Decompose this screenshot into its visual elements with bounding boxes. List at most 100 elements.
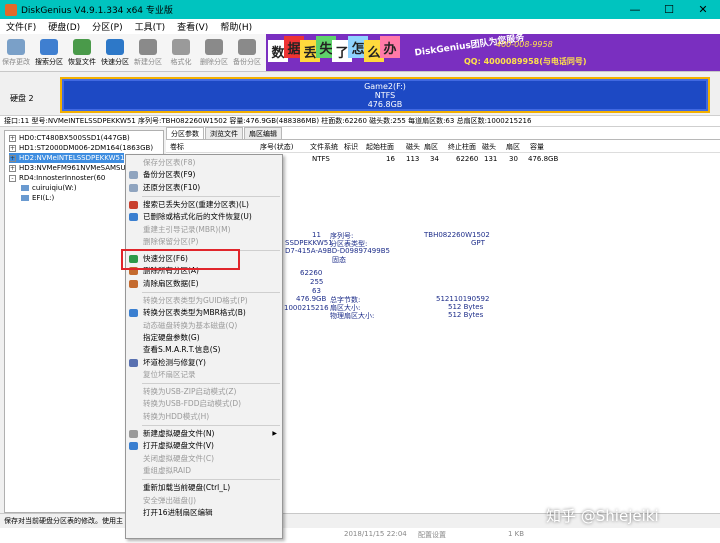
context-menu-item[interactable]: 备份分区表(F9) xyxy=(126,169,282,181)
column-label[interactable]: 容量 xyxy=(530,142,544,152)
context-menu-item[interactable]: 打开16进制扇区编辑 xyxy=(126,507,282,519)
partition-name: Game2(F:) xyxy=(364,82,406,91)
context-menu-item[interactable]: 转换为USB-ZIP启动模式(Z) xyxy=(126,386,282,398)
column-label[interactable]: 序号(状态) xyxy=(260,142,293,152)
context-menu-item[interactable]: 动态磁盘转换为基本磁盘(Q) xyxy=(126,320,282,332)
toolbar-button[interactable]: 新建分区 xyxy=(132,34,164,70)
context-menu-item[interactable]: 转换分区表类型为MBR格式(B) xyxy=(126,307,282,319)
context-menu-item[interactable]: 重新加载当前硬盘(Ctrl_L) xyxy=(126,482,282,494)
detail-sectors: 1000215216 xyxy=(284,304,329,312)
disk-map: 硬盘 2 Game2(F:) NTFS 476.8GB xyxy=(0,73,720,115)
tree-item[interactable]: +HD0:CT480BX500SSD1(447GB) xyxy=(9,133,130,143)
context-menu-item[interactable]: 已删除或格式化后的文件恢复(U) xyxy=(126,211,282,223)
disk-label: 硬盘 2 xyxy=(10,93,34,104)
context-menu-item[interactable]: 查看S.M.A.R.T.信息(S) xyxy=(126,344,282,356)
menu-item-label: 重新加载当前硬盘(Ctrl_L) xyxy=(143,483,230,492)
cell-sector: 34 xyxy=(430,155,439,163)
tree-label: EFI(L:) xyxy=(32,194,54,202)
expander-icon[interactable]: - xyxy=(9,175,16,182)
detail-state: 固态 xyxy=(332,255,346,265)
column-label[interactable]: 起始柱面 xyxy=(366,142,394,152)
menu-item[interactable]: 帮助(H) xyxy=(214,20,258,33)
column-label[interactable]: 磁头 xyxy=(406,142,420,152)
column-label[interactable]: 文件系统 xyxy=(310,142,338,152)
menu-item-label: 重建主引导记录(MBR)(M) xyxy=(143,225,231,234)
context-menu-item[interactable]: 搜索已丢失分区(重建分区表)(L) xyxy=(126,199,282,211)
context-menu-item[interactable]: 删除保留分区(P) xyxy=(126,236,282,248)
toolbar-label: 新建分区 xyxy=(134,57,162,67)
context-menu-item[interactable]: 转换为USB-FDD启动模式(D) xyxy=(126,398,282,410)
cell-head: 113 xyxy=(406,155,419,163)
context-menu-item[interactable]: 还原分区表(F10) xyxy=(126,182,282,194)
column-label[interactable]: 终止柱面 xyxy=(448,142,476,152)
tab[interactable]: 浏览文件 xyxy=(205,127,243,139)
tree-label: cuiruiqiu(W:) xyxy=(32,184,77,192)
menu-item-label: 坏道检测与修复(Y) xyxy=(143,358,206,367)
minimize-button[interactable]: — xyxy=(618,0,652,19)
tab[interactable]: 扇区编辑 xyxy=(244,127,282,139)
toolbar-button[interactable]: 快速分区 xyxy=(99,34,131,70)
context-menu-item[interactable]: 指定硬盘参数(G) xyxy=(126,332,282,344)
menu-item[interactable]: 硬盘(D) xyxy=(42,20,86,33)
menu-item-label: 动态磁盘转换为基本磁盘(Q) xyxy=(143,321,237,330)
context-menu-item[interactable]: 转换分区表类型为GUID格式(P) xyxy=(126,295,282,307)
ad-banner[interactable]: DiskGenius团队为您服务 400-008-9958 QQ: 400008… xyxy=(266,34,720,71)
column-label[interactable]: 扇区 xyxy=(506,142,520,152)
menu-item-label: 已删除或格式化后的文件恢复(U) xyxy=(143,212,252,221)
toolbar-label: 快速分区 xyxy=(101,57,129,67)
tree-item[interactable]: cuiruiqiu(W:) xyxy=(21,183,77,193)
disk-info-bar: 接口:11 型号:NVMeINTELSSDPEKKW51 序列号:TBH0822… xyxy=(0,115,720,127)
partition-size: 476.8GB xyxy=(368,100,403,109)
menu-item[interactable]: 分区(P) xyxy=(86,20,128,33)
column-label[interactable]: 标识 xyxy=(344,142,358,152)
detail-phys: 512 Bytes xyxy=(448,311,483,319)
expander-icon[interactable]: + xyxy=(9,155,16,162)
detail-heads: 255 xyxy=(310,278,323,286)
column-label[interactable]: 扇区 xyxy=(424,142,438,152)
context-menu-item[interactable]: 坏道检测与修复(Y) xyxy=(126,357,282,369)
tree-item[interactable]: +HD2:NVMeINTELSSDPEKKW51 xyxy=(9,153,124,163)
expander-icon[interactable]: + xyxy=(9,165,16,172)
context-menu-item[interactable]: 重建主引导记录(MBR)(M) xyxy=(126,224,282,236)
menu-item[interactable]: 查看(V) xyxy=(171,20,214,33)
tab[interactable]: 分区参数 xyxy=(166,127,204,139)
context-menu-item[interactable]: 关闭虚拟硬盘文件(C) xyxy=(126,453,282,465)
context-menu-item[interactable]: 转换为HDD模式(H) xyxy=(126,411,282,423)
context-menu-item[interactable]: 安全弹出磁盘(J) xyxy=(126,495,282,507)
context-menu-item[interactable]: 复位坏扇区记录 xyxy=(126,369,282,381)
context-menu-item[interactable]: 新建虚拟硬盘文件(N)▶ xyxy=(126,428,282,440)
menu-item-label: 查看S.M.A.R.T.信息(S) xyxy=(143,345,220,354)
toolbar-button[interactable]: 备份分区 xyxy=(231,34,263,70)
context-menu-item[interactable]: 清除扇区数据(E) xyxy=(126,278,282,290)
maximize-button[interactable]: ☐ xyxy=(652,0,686,19)
toolbar-button[interactable]: 格式化 xyxy=(165,34,197,70)
menu-item-label: 打开虚拟硬盘文件(V) xyxy=(143,441,214,450)
toolbar-button[interactable]: 恢复文件 xyxy=(66,34,98,70)
context-menu-item[interactable]: 打开虚拟硬盘文件(V) xyxy=(126,440,282,452)
tree-item[interactable]: +HD1:ST2000DM006-2DM164(1863GB) xyxy=(9,143,153,153)
toolbar-icon xyxy=(73,39,91,55)
menu-item[interactable]: 工具(T) xyxy=(129,20,172,33)
expander-icon[interactable]: + xyxy=(9,145,16,152)
toolbar-button[interactable]: 保存更改 xyxy=(0,34,32,70)
toolbar-button[interactable]: 删除分区 xyxy=(198,34,230,70)
detail-total-bytes: 512110190592 xyxy=(436,295,489,303)
context-menu: 保存分区表(F8)备份分区表(F9)还原分区表(F10) 搜索已丢失分区(重建分区… xyxy=(125,154,283,539)
detail-pt: GPT xyxy=(471,239,485,247)
tree-label: HD2:NVMeINTELSSDPEKKW51 xyxy=(19,154,124,162)
column-label[interactable]: 卷标 xyxy=(170,142,184,152)
menu-item[interactable]: 文件(F) xyxy=(0,20,42,33)
toolbar-button[interactable]: 搜索分区 xyxy=(33,34,65,70)
tree-item[interactable]: EFI(L:) xyxy=(21,193,54,203)
expander-icon[interactable]: + xyxy=(9,135,16,142)
context-menu-item[interactable]: 保存分区表(F8) xyxy=(126,157,282,169)
banner-qq: QQ: 4000089958(与电话同号) xyxy=(464,56,587,67)
column-label[interactable]: 磁头 xyxy=(482,142,496,152)
partition-block[interactable]: Game2(F:) NTFS 476.8GB xyxy=(60,77,710,113)
close-button[interactable]: ✕ xyxy=(686,0,720,19)
file-date: 2018/11/15 22:04 xyxy=(344,530,407,538)
tree-item[interactable]: +HD3:NVMeFM961NVMeSAMSU xyxy=(9,163,126,173)
menu-item-label: 安全弹出磁盘(J) xyxy=(143,496,196,505)
context-menu-item[interactable]: 重组虚拟RAID xyxy=(126,465,282,477)
tree-item[interactable]: -RD4:InnosterInnoster(60 xyxy=(9,173,105,183)
